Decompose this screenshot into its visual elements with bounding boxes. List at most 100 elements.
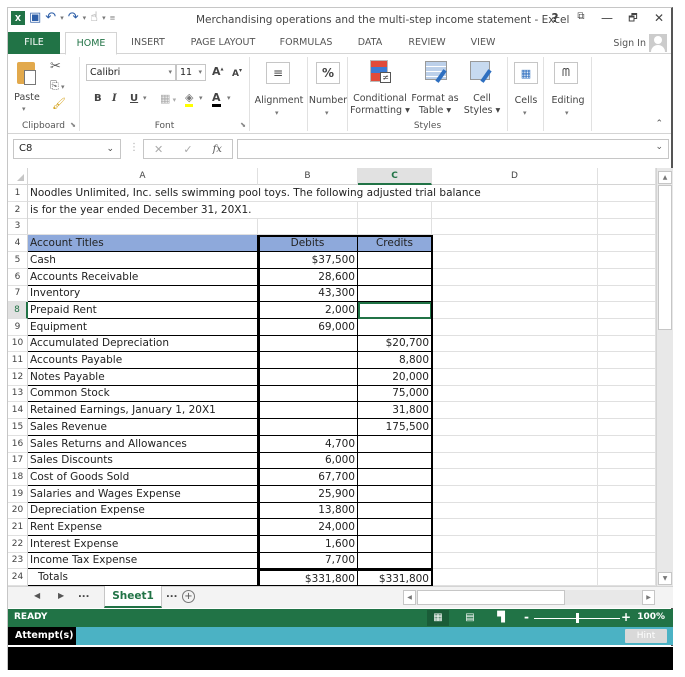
cell-c22[interactable] [358,535,432,553]
cell-d24[interactable] [432,569,598,587]
row-header[interactable]: 18 [8,468,28,486]
format-painter-icon[interactable]: 🖌 [52,97,66,110]
cell-d12[interactable] [432,368,598,386]
cell-e3[interactable] [598,218,656,236]
cell-b12[interactable] [258,368,358,386]
cell-c18[interactable] [358,468,432,486]
cell-b4[interactable]: Debits [258,235,358,253]
previous-sheet-icon[interactable]: ◀ [34,591,40,600]
redo-dropdown-icon[interactable]: ▾ [83,14,87,22]
tab-insert[interactable]: INSERT [122,32,174,54]
select-all-button[interactable] [8,168,28,185]
cell-c23[interactable] [358,552,432,570]
column-header-d[interactable]: D [432,168,598,185]
close-icon[interactable]: ✕ [653,11,665,28]
cell-c8[interactable] [358,301,432,319]
decrease-font-size-button[interactable]: A▾ [232,67,242,79]
normal-view-icon[interactable]: ▦ [427,610,449,626]
tab-view[interactable]: VIEW [463,32,503,54]
cell-a13[interactable]: Common Stock [28,385,258,403]
row-header[interactable]: 9 [8,318,28,336]
cell-a14[interactable]: Retained Earnings, January 1, 20X1 [28,402,258,420]
cell-c13[interactable]: 75,000 [358,385,432,403]
cut-icon[interactable]: ✂ [50,59,61,74]
cell-d3[interactable] [432,218,598,236]
column-header-a[interactable]: A [28,168,258,185]
cell-d22[interactable] [432,535,598,553]
row-header[interactable]: 2 [8,201,28,219]
row-header[interactable]: 14 [8,402,28,420]
row-header[interactable]: 1 [8,185,28,202]
formula-bar-separator[interactable]: ⋮ [129,142,139,153]
cell-b17[interactable]: 6,000 [258,452,358,470]
undo-icon[interactable]: ↶ [45,11,56,25]
cell-d9[interactable] [432,318,598,336]
horizontal-scrollbar[interactable]: ◀ ▶ [403,590,655,605]
group-alignment[interactable]: ≡ Alignment ▾ [250,57,308,131]
cell-b14[interactable] [258,402,358,420]
cell-e11[interactable] [598,352,656,369]
group-cells[interactable]: ▦ Cells ▾ [508,57,544,131]
zoom-out-icon[interactable]: - [524,610,529,624]
cell-d17[interactable] [432,452,598,470]
font-size-select[interactable]: 11 ▾ [176,64,206,81]
worksheet-grid[interactable]: A B C D 1 Noodles Unlimited, Inc. sells s… [8,168,656,588]
row-header[interactable]: 6 [8,268,28,286]
cell-e5[interactable] [598,251,656,269]
column-header-c[interactable]: C [358,168,432,185]
cell-e17[interactable] [598,452,656,470]
cell-c10[interactable]: $20,700 [358,335,432,353]
cell-c17[interactable] [358,452,432,470]
sign-in[interactable]: Sign In [613,34,667,52]
next-sheet-icon[interactable]: ▶ [58,591,64,600]
add-sheet-icon[interactable]: + [182,590,195,603]
row-header[interactable]: 24 [8,569,28,587]
row-header[interactable]: 12 [8,368,28,386]
restore-icon[interactable]: 🗗 [627,11,639,28]
cell-c24[interactable]: $331,800 [358,569,432,587]
cell-c3[interactable] [358,218,432,236]
fill-color-dropdown-icon[interactable]: ▾ [199,94,203,102]
cell-d16[interactable] [432,435,598,453]
sheets-left-ellipsis[interactable]: ... [78,589,89,600]
cell-a15[interactable]: Sales Revenue [28,418,258,436]
cell-b9[interactable]: 69,000 [258,318,358,336]
cell-d10[interactable] [432,335,598,353]
redo-icon[interactable]: ↷ [68,11,79,25]
cell-a6[interactable]: Accounts Receivable [28,268,258,286]
cell-d7[interactable] [432,285,598,303]
cell-c4[interactable]: Credits [358,235,432,253]
vertical-scrollbar[interactable]: ▲ ▼ [656,168,673,588]
paste-button[interactable]: Paste ▾ [14,60,40,113]
format-as-table-button[interactable]: Format as Table ▾ [411,57,459,119]
cell-b6[interactable]: 28,600 [258,268,358,286]
clipboard-launcher-icon[interactable]: ⬊ [70,121,76,129]
cell-c7[interactable] [358,285,432,303]
cell-e22[interactable] [598,535,656,553]
minimize-icon[interactable]: — [601,11,613,28]
cell-styles-button[interactable]: Cell Styles ▾ [460,57,504,119]
cell-a3[interactable] [28,218,258,236]
cell-b3[interactable] [258,218,358,236]
row-header[interactable]: 17 [8,452,28,470]
bold-button[interactable]: B [94,93,102,104]
cell-e20[interactable] [598,502,656,520]
tab-page-layout[interactable]: PAGE LAYOUT [183,32,263,54]
scroll-up-icon[interactable]: ▲ [658,171,672,184]
insert-function-icon[interactable]: fx [213,144,222,155]
cell-e8[interactable] [598,301,656,319]
cell-b8[interactable]: 2,000 [258,301,358,319]
cell-c15[interactable]: 175,500 [358,418,432,436]
cell-e2[interactable] [598,201,656,219]
cell-b11[interactable] [258,352,358,369]
underline-dropdown-icon[interactable]: ▾ [143,94,147,102]
enter-icon[interactable]: ✓ [183,143,192,156]
cell-e19[interactable] [598,485,656,503]
cell-c11[interactable]: 8,800 [358,352,432,369]
cell-d20[interactable] [432,502,598,520]
cell-a1[interactable]: Noodles Unlimited, Inc. sells swimming p… [28,185,481,202]
collapse-ribbon-icon[interactable]: ⌃ [655,119,663,129]
cell-e16[interactable] [598,435,656,453]
cell-c9[interactable] [358,318,432,336]
cell-a23[interactable]: Income Tax Expense [28,552,258,570]
